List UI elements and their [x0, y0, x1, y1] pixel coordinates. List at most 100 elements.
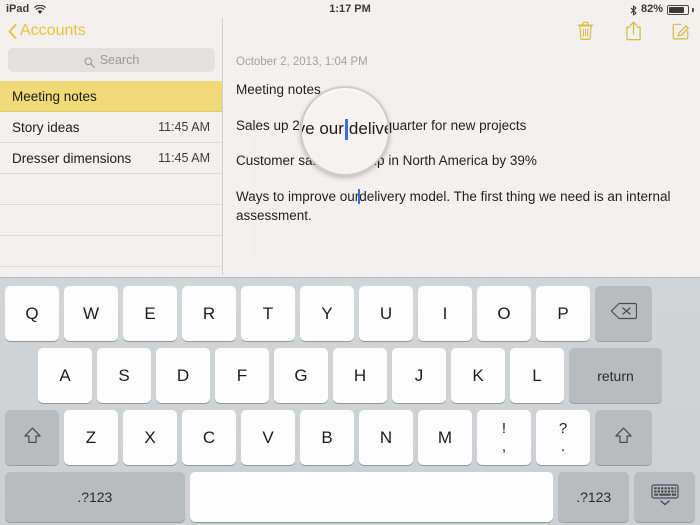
key-period-label: .: [560, 438, 566, 455]
key-s[interactable]: S: [97, 348, 151, 403]
numeric-key-right[interactable]: .?123: [557, 472, 630, 522]
key-i[interactable]: I: [418, 286, 472, 341]
return-key[interactable]: return: [569, 348, 662, 403]
list-item[interactable]: Story ideas 11:45 AM: [0, 112, 222, 143]
hide-keyboard-icon: [650, 483, 680, 512]
key-d[interactable]: D: [156, 348, 210, 403]
key-b[interactable]: B: [300, 410, 354, 465]
note-list-item-title: Story ideas: [12, 119, 80, 135]
search-container: Search: [8, 48, 215, 72]
keyboard-row-4: .?123 .?123: [0, 472, 700, 522]
note-list-item-title: Meeting notes: [12, 88, 97, 104]
ipad-notes-app: iPad 1:17 PM 82% Accounts Search Meeting…: [0, 0, 700, 525]
space-key[interactable]: [189, 472, 553, 522]
key-exclam-comma[interactable]: ! ,: [477, 410, 531, 465]
note-title-line: Meeting notes: [236, 82, 321, 97]
key-y[interactable]: Y: [300, 286, 354, 341]
keyboard-row-2: A S D F G H J K L return: [0, 348, 700, 403]
chevron-left-icon: [8, 23, 17, 39]
key-m[interactable]: M: [418, 410, 472, 465]
bluetooth-icon: [630, 4, 637, 16]
share-icon: [625, 21, 642, 46]
shift-icon: [23, 426, 42, 450]
numeric-key-left[interactable]: .?123: [5, 472, 185, 522]
trash-icon: [577, 21, 594, 45]
onscreen-keyboard: Q W E R T Y U I O P A S D F G H J K L re…: [0, 277, 700, 525]
backspace-key[interactable]: [595, 286, 652, 341]
status-bar: iPad 1:17 PM 82%: [0, 0, 700, 18]
back-to-accounts-label: Accounts: [20, 22, 86, 39]
key-dual-labels: ? .: [559, 421, 567, 454]
key-exclam-label: !: [501, 420, 507, 437]
note-detail-pane: October 2, 2013, 1:04 PM Meeting notes S…: [224, 18, 700, 275]
note-list: Meeting notes Story ideas 11:45 AM Dress…: [0, 81, 222, 275]
text-magnifier-loupe: ve our delive: [300, 86, 390, 176]
battery-percent: 82%: [640, 3, 663, 15]
magnifier-content: ve our delive: [300, 118, 390, 140]
key-p[interactable]: P: [536, 286, 590, 341]
key-comma-label: ,: [501, 438, 507, 455]
key-question-label: ?: [558, 420, 568, 437]
backspace-icon: [610, 302, 637, 325]
key-j[interactable]: J: [392, 348, 446, 403]
hide-keyboard-key[interactable]: [634, 472, 695, 522]
notes-sidebar: Accounts Search Meeting notes Story idea…: [0, 18, 223, 275]
list-item-empty: [0, 236, 222, 267]
note-list-item-time: 11:45 AM: [158, 120, 210, 134]
compose-button[interactable]: [670, 22, 692, 44]
row2-spacer: [5, 348, 33, 403]
magnifier-text-before: ve our: [300, 119, 344, 138]
note-list-item-time: 11:45 AM: [158, 151, 210, 165]
list-item[interactable]: Dresser dimensions 11:45 AM: [0, 143, 222, 174]
magnifier-text-after: delive: [348, 119, 390, 138]
magnifier-cursor: [344, 118, 348, 140]
key-z[interactable]: Z: [64, 410, 118, 465]
key-q[interactable]: Q: [5, 286, 59, 341]
keyboard-row-1: Q W E R T Y U I O P: [0, 286, 700, 341]
trash-button[interactable]: [574, 21, 596, 45]
note-paragraph-3-before: Ways to improve our: [236, 188, 360, 204]
status-time: 1:17 PM: [329, 3, 371, 15]
note-list-item-title: Dresser dimensions: [12, 150, 132, 166]
keyboard-row-3: Z X C V B N M ! , ? .: [0, 410, 700, 465]
note-paragraph-3: Ways to improve ourdelivery model. The f…: [236, 187, 686, 226]
key-t[interactable]: T: [241, 286, 295, 341]
shift-key-right[interactable]: [595, 410, 652, 465]
status-bar-right: 82%: [630, 3, 694, 16]
search-input[interactable]: Search: [8, 48, 215, 72]
note-body[interactable]: Meeting notes Sales up 20 percent this q…: [236, 80, 686, 226]
key-c[interactable]: C: [182, 410, 236, 465]
list-item-empty: [0, 267, 222, 275]
key-f[interactable]: F: [215, 348, 269, 403]
key-u[interactable]: U: [359, 286, 413, 341]
note-date: October 2, 2013, 1:04 PM: [236, 56, 368, 68]
key-o[interactable]: O: [477, 286, 531, 341]
key-dual-labels: ! ,: [502, 421, 506, 454]
shift-key-left[interactable]: [5, 410, 59, 465]
key-n[interactable]: N: [359, 410, 413, 465]
search-icon: [84, 55, 95, 68]
key-l[interactable]: L: [510, 348, 564, 403]
list-item-empty: [0, 205, 222, 236]
shift-icon: [614, 426, 633, 450]
share-button[interactable]: [622, 21, 644, 46]
list-item-empty: [0, 174, 222, 205]
compose-icon: [672, 21, 691, 45]
status-bar-center: 1:17 PM: [0, 3, 700, 15]
key-question-period[interactable]: ? .: [536, 410, 590, 465]
key-r[interactable]: R: [182, 286, 236, 341]
key-h[interactable]: H: [333, 348, 387, 403]
key-g[interactable]: G: [274, 348, 328, 403]
back-to-accounts-button[interactable]: Accounts: [8, 22, 86, 40]
key-x[interactable]: X: [123, 410, 177, 465]
key-e[interactable]: E: [123, 286, 177, 341]
list-item[interactable]: Meeting notes: [0, 81, 222, 112]
note-toolbar: [574, 18, 692, 48]
key-w[interactable]: W: [64, 286, 118, 341]
note-paragraph-2: Customer satisfaction up in North Americ…: [236, 153, 537, 169]
battery-icon: [667, 5, 689, 15]
search-placeholder: Search: [99, 53, 140, 67]
key-k[interactable]: K: [451, 348, 505, 403]
key-a[interactable]: A: [38, 348, 92, 403]
key-v[interactable]: V: [241, 410, 295, 465]
